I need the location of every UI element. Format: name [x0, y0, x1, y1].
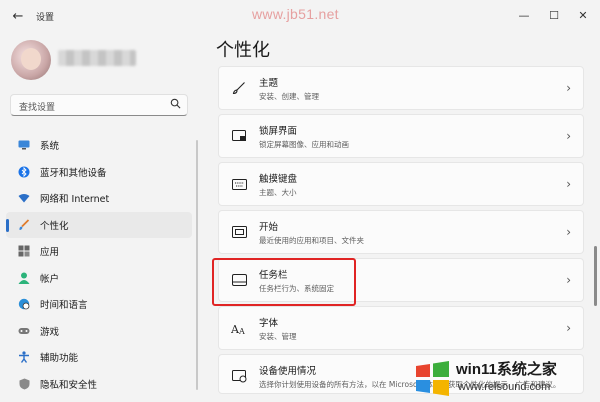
accessibility-icon [18, 351, 30, 364]
sidebar-item-gaming[interactable]: 游戏 [6, 318, 192, 345]
main-scrollbar[interactable] [594, 246, 597, 306]
back-button[interactable]: ← [8, 6, 28, 26]
svg-text:A: A [238, 327, 245, 335]
sidebar-item-system[interactable]: 系统 [6, 132, 192, 159]
sidebar-item-time-language[interactable]: 时间和语言 [6, 291, 192, 318]
card-title: 触摸键盘 [259, 174, 298, 185]
minimize-button[interactable]: — [515, 6, 533, 24]
device-usage-icon [231, 369, 247, 383]
page-title: 个性化 [216, 40, 270, 61]
card-subtitle: 最近使用的应用和项目、文件夹 [259, 236, 364, 245]
sidebar-item-label: 网络和 Internet [40, 194, 110, 206]
sidebar-scrollbar[interactable] [196, 140, 198, 390]
bluetooth-icon [18, 166, 30, 178]
close-button[interactable]: ✕ [574, 6, 592, 24]
brush-icon [18, 219, 30, 231]
sidebar-item-label: 游戏 [40, 326, 60, 338]
card-title: 主题 [259, 78, 279, 89]
chevron-right-icon: › [566, 225, 571, 239]
font-icon: AA [231, 321, 247, 335]
card-title: 锁屏界面 [259, 126, 298, 137]
sidebar-item-label: 辅助功能 [40, 353, 79, 365]
card-subtitle: 安装、创建、管理 [259, 92, 319, 101]
paintbrush-icon [231, 81, 247, 95]
sidebar-item-accounts[interactable]: 帐户 [6, 265, 192, 292]
sidebar-item-network[interactable]: 网络和 Internet [6, 185, 192, 212]
sidebar-item-label: 蓝牙和其他设备 [40, 167, 107, 179]
sidebar-item-label: 帐户 [40, 273, 60, 285]
globe-clock-icon [18, 298, 30, 310]
gamepad-icon [18, 325, 30, 337]
taskbar-highlight-box [212, 258, 356, 306]
sidebar-item-privacy[interactable]: 隐私和安全性 [6, 371, 192, 398]
sidebar-item-personalization[interactable]: 个性化 [6, 211, 192, 238]
settings-card-start[interactable]: 开始 最近使用的应用和项目、文件夹 › [218, 210, 584, 254]
sidebar-item-accessibility[interactable]: 辅助功能 [6, 344, 192, 371]
chevron-right-icon: › [566, 321, 571, 335]
search-input[interactable]: 查找设置 [10, 94, 188, 116]
chevron-right-icon: › [566, 81, 571, 95]
sidebar-item-bluetooth[interactable]: 蓝牙和其他设备 [6, 159, 192, 186]
user-name-blurred [58, 50, 136, 66]
person-icon [18, 272, 30, 284]
lock-screen-icon [231, 129, 247, 143]
card-title: 开始 [259, 222, 279, 233]
keyboard-icon [231, 177, 247, 191]
app-title: 设置 [36, 13, 55, 23]
settings-card-fonts[interactable]: AA 字体 安装、管理 › [218, 306, 584, 350]
search-icon[interactable] [170, 98, 181, 112]
sidebar-item-label: 隐私和安全性 [40, 379, 98, 391]
logo-name: win11系统之家 [456, 361, 557, 378]
title-bar: ← 设置 www.jb51.net — ☐ ✕ [0, 0, 600, 32]
chevron-right-icon: › [566, 129, 571, 143]
sidebar-item-label: 时间和语言 [40, 300, 88, 312]
search-placeholder: 查找设置 [19, 103, 56, 113]
logo-url: www.relsound.com [458, 381, 551, 393]
site-logo: win11系统之家 www.relsound.com [412, 356, 598, 400]
settings-card-themes[interactable]: 主题 安装、创建、管理 › [218, 66, 584, 110]
apps-icon [18, 245, 30, 257]
sidebar-item-label: 系统 [40, 141, 60, 153]
card-subtitle: 主题、大小 [259, 188, 297, 197]
sidebar-item-label: 个性化 [40, 220, 69, 232]
monitor-icon [18, 139, 30, 151]
chevron-right-icon: › [566, 273, 571, 287]
maximize-button[interactable]: ☐ [545, 6, 563, 24]
card-title: 设备使用情况 [259, 366, 317, 377]
shield-icon [18, 378, 30, 390]
settings-card-touch-keyboard[interactable]: 触摸键盘 主题、大小 › [218, 162, 584, 206]
start-icon [231, 225, 247, 239]
sidebar-item-label: 应用 [40, 247, 60, 259]
card-subtitle: 锁定屏幕图像、应用和动画 [259, 140, 349, 149]
avatar[interactable] [11, 40, 51, 80]
wifi-icon [18, 192, 30, 204]
windows-logo-icon [416, 361, 449, 396]
sidebar-nav: 系统 蓝牙和其他设备 网络和 Internet 个性化 应用 帐户 时间和语言 … [6, 132, 192, 397]
card-title: 字体 [259, 318, 279, 329]
chevron-right-icon: › [566, 177, 571, 191]
sidebar-item-apps[interactable]: 应用 [6, 238, 192, 265]
settings-card-lock-screen[interactable]: 锁屏界面 锁定屏幕图像、应用和动画 › [218, 114, 584, 158]
watermark: www.jb51.net [252, 6, 339, 22]
card-subtitle: 安装、管理 [259, 332, 297, 341]
settings-list: 主题 安装、创建、管理 › 锁屏界面 锁定屏幕图像、应用和动画 › 触摸键盘 主… [218, 66, 584, 398]
